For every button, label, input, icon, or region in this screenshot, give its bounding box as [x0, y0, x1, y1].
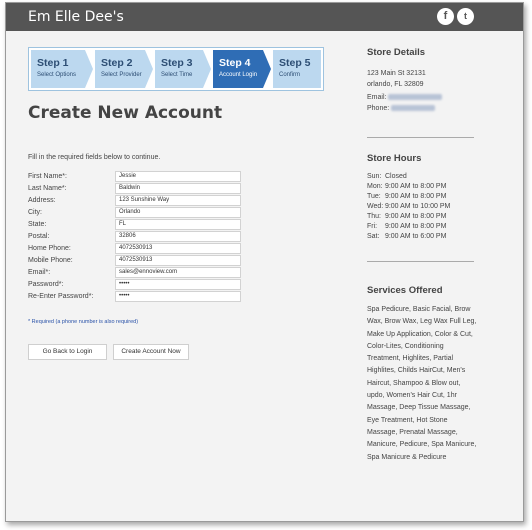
hours-day: Fri:	[367, 223, 378, 230]
postal-label: Postal:	[28, 233, 50, 240]
form-row-home-phone: Home Phone: 4072530913	[28, 243, 248, 255]
last-name-label: Last Name*:	[28, 185, 67, 192]
header-bar: Em Elle Dee's f t	[6, 3, 523, 31]
hours-time: Closed	[384, 173, 407, 180]
hours-day: Sat:	[367, 233, 380, 240]
last-name-field[interactable]: Baldwin	[115, 183, 241, 194]
services-heading: Services Offered	[367, 285, 443, 296]
store-address-line2: orlando, FL 32809	[367, 81, 424, 88]
step-4-arrow	[263, 50, 271, 88]
form-row-confirm-password: Re-Enter Password*: •••••	[28, 291, 248, 303]
step-4-label: Account Login	[219, 72, 258, 78]
hours-time: 9:00 AM to 6:00 PM	[384, 233, 447, 240]
mobile-phone-label: Mobile Phone:	[28, 257, 73, 264]
form-row-state: State: FL	[28, 219, 248, 231]
step-1-number: Step 1	[37, 57, 69, 69]
page-title: Create New Account	[28, 103, 223, 123]
confirm-password-field[interactable]: •••••	[115, 291, 241, 302]
form-row-last-name: Last Name*: Baldwin	[28, 183, 248, 195]
step-2-arrow	[145, 50, 153, 88]
step-5-number: Step 5	[279, 57, 311, 69]
state-label: State:	[28, 221, 47, 228]
step-progress: Step 1 Select Options Step 2 Select Prov…	[28, 47, 324, 91]
brand-title: Em Elle Dee's	[28, 9, 124, 25]
hours-day: Thu:	[367, 213, 382, 220]
app-window: Em Elle Dee's f t Step 1 Select Options …	[5, 2, 524, 522]
email-field[interactable]: sales@ennoview.com	[115, 267, 241, 278]
hours-time: 9:00 AM to 8:00 PM	[384, 223, 447, 230]
home-phone-label: Home Phone:	[28, 245, 71, 252]
city-field[interactable]: Orlando	[115, 207, 241, 218]
store-email-redacted	[388, 94, 443, 101]
store-phone-label: Phone:	[367, 105, 390, 112]
form-row-email: Email*: sales@ennoview.com	[28, 267, 248, 279]
twitter-icon[interactable]: t	[457, 8, 474, 25]
hours-row-fri: Fri: 9:00 AM to 8:00 PM	[367, 223, 446, 230]
hours-day: Wed:	[367, 203, 384, 210]
create-account-button[interactable]: Create Account Now	[113, 344, 189, 360]
first-name-field[interactable]: Jessie	[115, 171, 241, 182]
store-address-line1: 123 Main St 32131	[367, 70, 426, 77]
confirm-password-label: Re-Enter Password*:	[28, 293, 94, 300]
home-phone-field[interactable]: 4072530913	[115, 243, 241, 254]
hours-time: 9:00 AM to 8:00 PM	[384, 183, 447, 190]
hours-day: Mon:	[367, 183, 383, 190]
hours-day: Tue:	[367, 193, 381, 200]
form-row-first-name: First Name*: Jessie	[28, 171, 248, 183]
city-label: City:	[28, 209, 42, 216]
password-field[interactable]: •••••	[115, 279, 241, 290]
step-4[interactable]: Step 4 Account Login	[213, 50, 263, 88]
form-instructions: Fill in the required fields below to con…	[28, 154, 161, 161]
first-name-label: First Name*:	[28, 173, 67, 180]
step-5-label: Confirm	[279, 72, 301, 78]
services-list: Spa Pedicure, Basic Facial, Brow Wax, Br…	[367, 306, 477, 461]
step-5[interactable]: Step 5 Confirm	[273, 50, 321, 88]
mobile-phone-field[interactable]: 4072530913	[115, 255, 241, 266]
step-3-number: Step 3	[161, 57, 193, 69]
hours-time: 9:00 AM to 8:00 PM	[384, 213, 447, 220]
step-1-label: Select Options	[37, 72, 77, 78]
password-label: Password*:	[28, 281, 64, 288]
hours-row-tue: Tue: 9:00 AM to 8:00 PM	[367, 193, 446, 200]
form-row-postal: Postal: 32806	[28, 231, 248, 243]
email-label: Email*:	[28, 269, 51, 276]
hours-time: 9:00 AM to 8:00 PM	[384, 193, 447, 200]
store-hours-heading: Store Hours	[367, 153, 422, 164]
address-label: Address:	[28, 197, 56, 204]
store-phone: Phone:	[367, 103, 436, 114]
step-1[interactable]: Step 1 Select Options	[31, 50, 85, 88]
hours-row-mon: Mon: 9:00 AM to 8:00 PM	[367, 183, 446, 190]
step-2-number: Step 2	[101, 57, 133, 69]
step-3-label: Select Time	[161, 72, 193, 78]
required-note: * Required (a phone number is also requi…	[28, 319, 139, 325]
store-email: Email:	[367, 92, 443, 103]
form-row-city: City: Orlando	[28, 207, 248, 219]
hours-row-wed: Wed: 9:00 AM to 10:00 PM	[367, 203, 450, 210]
store-details-heading: Store Details	[367, 47, 426, 58]
hours-row-thu: Thu: 9:00 AM to 8:00 PM	[367, 213, 446, 220]
hours-row-sun: Sun: Closed	[367, 173, 407, 180]
step-3[interactable]: Step 3 Select Time	[155, 50, 203, 88]
sidebar-divider-1	[367, 137, 474, 138]
store-phone-redacted	[391, 105, 436, 112]
hours-time: 9:00 AM to 10:00 PM	[384, 203, 451, 210]
step-1-arrow	[85, 50, 93, 88]
facebook-icon[interactable]: f	[437, 8, 454, 25]
step-2[interactable]: Step 2 Select Provider	[95, 50, 145, 88]
store-email-label: Email:	[367, 94, 387, 101]
back-to-login-button[interactable]: Go Back to Login	[28, 344, 107, 360]
form-row-password: Password*: •••••	[28, 279, 248, 291]
form-row-mobile-phone: Mobile Phone: 4072530913	[28, 255, 248, 267]
sidebar-divider-2	[367, 261, 474, 262]
postal-field[interactable]: 32806	[115, 231, 241, 242]
state-field[interactable]: FL	[115, 219, 241, 230]
form-row-address: Address: 123 Sunshine Way	[28, 195, 248, 207]
step-2-label: Select Provider	[101, 72, 142, 78]
hours-row-sat: Sat: 9:00 AM to 6:00 PM	[367, 233, 446, 240]
step-4-number: Step 4	[219, 57, 251, 69]
hours-day: Sun:	[367, 173, 382, 180]
step-3-arrow	[203, 50, 211, 88]
address-field[interactable]: 123 Sunshine Way	[115, 195, 241, 206]
